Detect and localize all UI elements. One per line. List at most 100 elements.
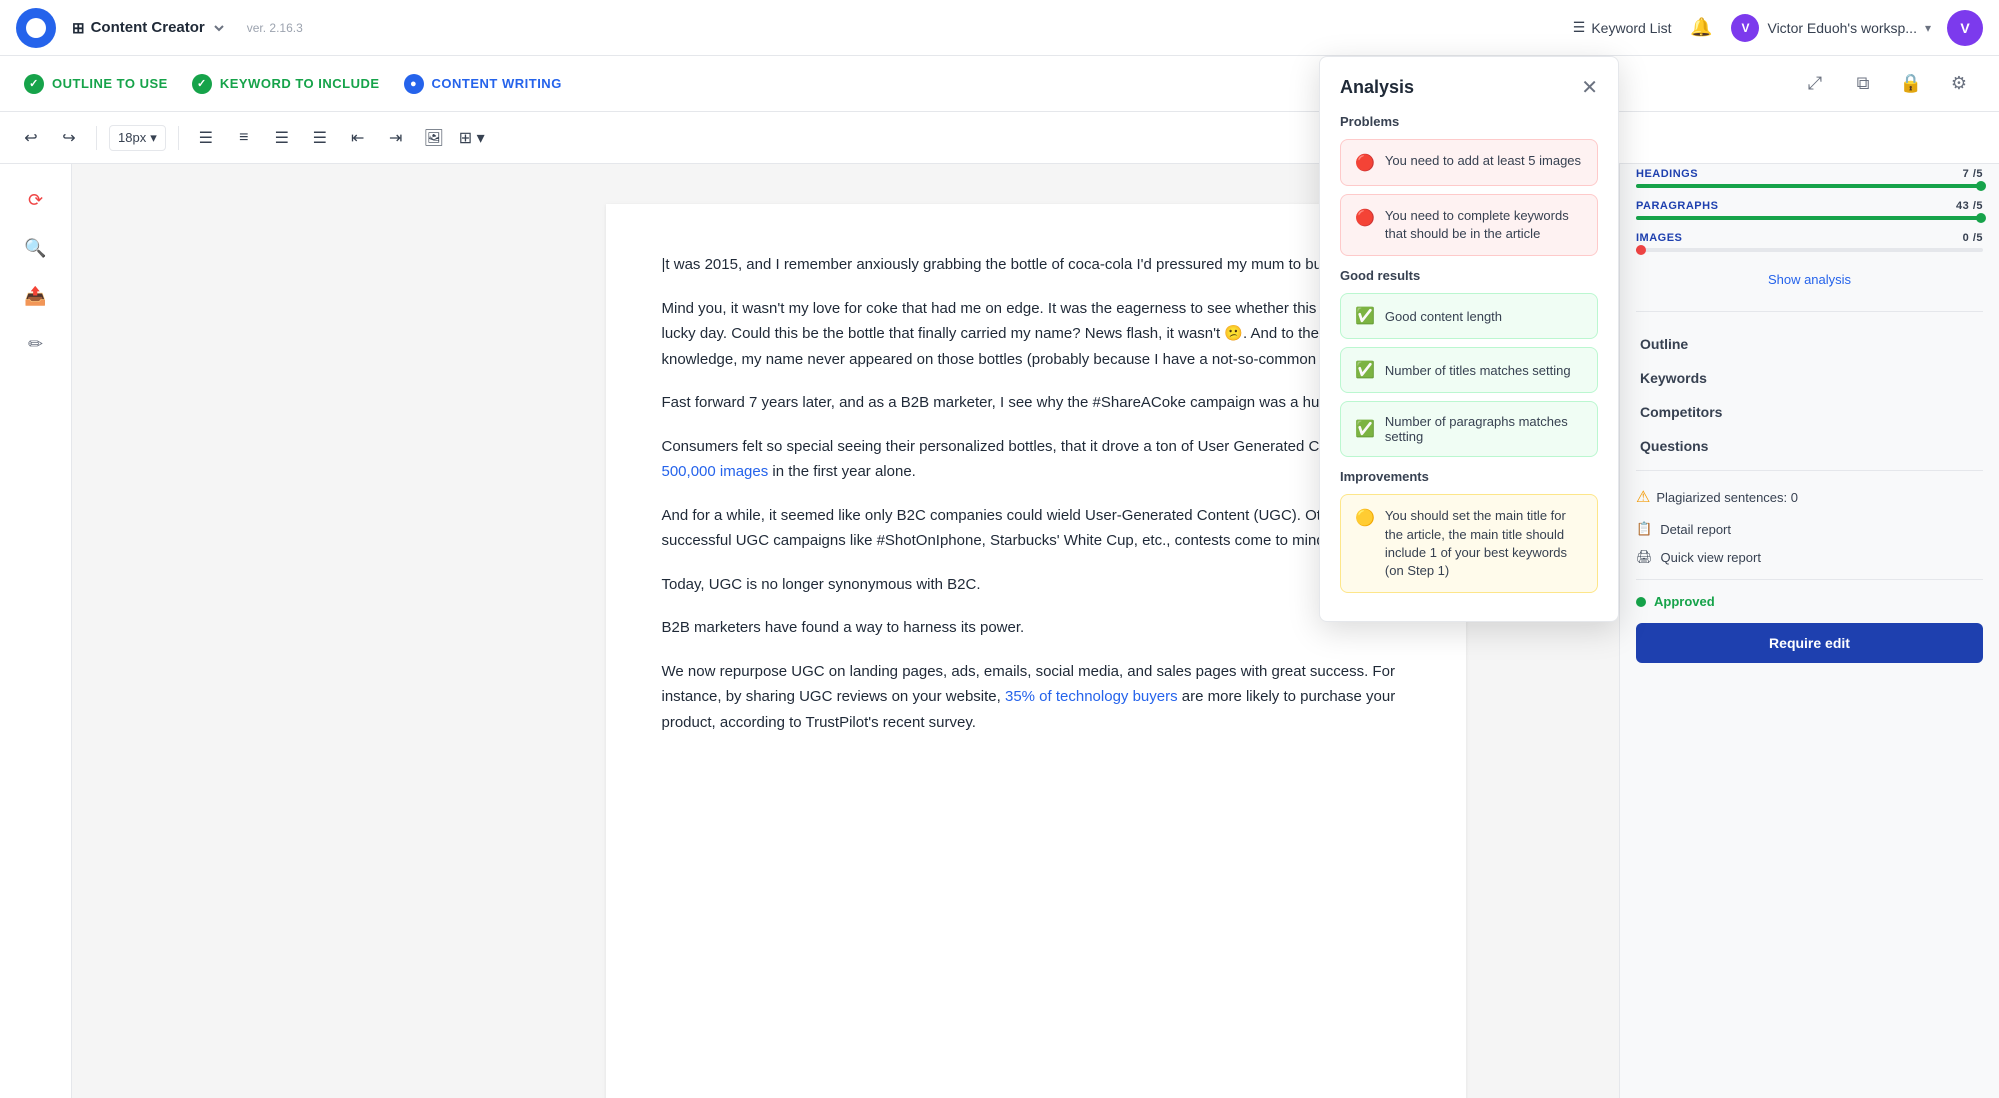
workspace-selector[interactable]: V Victor Eduoh's worksp... ▾ (1731, 14, 1931, 42)
paragraphs-value: 43 /5 (1956, 200, 1983, 212)
app-title-button[interactable]: ⊞ Content Creator (72, 19, 227, 37)
align-center-button[interactable]: ≡ (229, 123, 259, 153)
sidebar-history-icon[interactable]: ⟳ (16, 180, 56, 220)
app-logo[interactable] (16, 8, 56, 48)
modal-close-button[interactable]: ✕ (1581, 78, 1598, 98)
metric-images: IMAGES 0 /5 (1636, 232, 1983, 252)
panel-nav-links: Outline Keywords Competitors Questions (1636, 328, 1983, 462)
table-button[interactable]: ⊞ ▾ (457, 123, 487, 153)
images-value: 0 /5 (1963, 232, 1983, 244)
list-icon: ☰ (1573, 19, 1586, 36)
sidebar-export-icon[interactable]: 📤 (16, 276, 56, 316)
paragraph-6: Today, UGC is no longer synonymous with … (662, 572, 1410, 598)
step-outline-check: ✓ (24, 74, 44, 94)
approved-dot (1636, 597, 1646, 607)
paragraph-7: B2B marketers have found a way to harnes… (662, 615, 1410, 641)
paragraph-4: Consumers felt so special seeing their p… (662, 434, 1410, 485)
improvements-heading: Improvements (1340, 469, 1598, 484)
plagiarized-row: ⚠ Plagiarized sentences: 0 (1636, 479, 1983, 515)
analysis-modal: Analysis ✕ Problems 🔴 You need to add at… (1319, 56, 1619, 622)
metric-paragraphs: PARAGRAPHS 43 /5 (1636, 200, 1983, 220)
user-avatar[interactable]: V (1947, 10, 1983, 46)
require-edit-button[interactable]: Require edit (1636, 623, 1983, 663)
detail-report-label: Detail report (1660, 522, 1731, 537)
headings-label: HEADINGS (1636, 168, 1698, 180)
step-writing-label: CONTENT WRITING (432, 76, 562, 91)
show-analysis-button[interactable]: Show analysis (1636, 272, 1983, 287)
good-results-heading: Good results (1340, 268, 1598, 283)
align-justify-button[interactable]: ☰ (305, 123, 335, 153)
approved-label: Approved (1654, 594, 1715, 609)
images-bar (1636, 248, 1983, 252)
left-sidebar: ⟳ 🔍 📤 ✏ (0, 164, 72, 1098)
nav-link-questions[interactable]: Questions (1636, 430, 1983, 462)
copy-button[interactable]: ⧉ (1847, 68, 1879, 100)
paragraph-3: Fast forward 7 years later, and as a B2B… (662, 390, 1410, 416)
image-button[interactable]: 🖼 (419, 123, 449, 153)
sidebar-search-icon[interactable]: 🔍 (16, 228, 56, 268)
good-icon-titles: ✅ (1355, 360, 1375, 380)
step-outline[interactable]: ✓ OUTLINE TO USE (24, 74, 168, 94)
step-keyword[interactable]: ✓ KEYWORD TO INCLUDE (192, 74, 380, 94)
font-size-value: 18px (118, 130, 146, 145)
link-technology-buyers[interactable]: 35% of technology buyers (1005, 688, 1178, 705)
nav-link-outline[interactable]: Outline (1636, 328, 1983, 360)
version-text: ver. 2.16.3 (247, 21, 303, 35)
problem-card-images: 🔴 You need to add at least 5 images (1340, 139, 1598, 186)
problem-icon-keywords: 🔴 (1355, 208, 1375, 228)
keyword-list-button[interactable]: ☰ Keyword List (1573, 19, 1672, 36)
quick-view-report-button[interactable]: 🖨 Quick view report (1636, 543, 1983, 571)
app-title-text: Content Creator (91, 19, 205, 36)
step-keyword-check: ✓ (192, 74, 212, 94)
workspace-chevron-icon: ▾ (1925, 21, 1931, 35)
plagiarized-text: Plagiarized sentences: 0 (1656, 490, 1798, 505)
undo-button[interactable]: ↩ (16, 123, 46, 153)
steps-bar: ✓ OUTLINE TO USE ✓ KEYWORD TO INCLUDE ● … (0, 56, 1999, 112)
problem-card-keywords: 🔴 You need to complete keywords that sho… (1340, 194, 1598, 256)
good-text-titles: Number of titles matches setting (1385, 363, 1571, 378)
align-right-button[interactable]: ☰ (267, 123, 297, 153)
detail-report-button[interactable]: 📋 Detail report (1636, 515, 1983, 543)
sidebar-edit-icon[interactable]: ✏ (16, 324, 56, 364)
headings-value: 7 /5 (1963, 168, 1983, 180)
paragraph-5: And for a while, it seemed like only B2C… (662, 503, 1410, 554)
metric-headings: HEADINGS 7 /5 (1636, 168, 1983, 188)
notifications-button[interactable]: 🔔 (1687, 14, 1715, 42)
settings-button[interactable]: ⚙ (1943, 68, 1975, 100)
images-bar-fill (1636, 248, 1643, 252)
indent-increase-button[interactable]: ⇥ (381, 123, 411, 153)
paragraphs-label: PARAGRAPHS (1636, 200, 1718, 212)
link-images[interactable]: 500,000 images (662, 463, 769, 480)
paragraphs-bar-fill (1636, 216, 1983, 220)
steps-actions: ⤢ ⧉ 🔒 ⚙ (1799, 68, 1975, 100)
indent-decrease-button[interactable]: ⇤ (343, 123, 373, 153)
step-writing[interactable]: ● CONTENT WRITING (404, 74, 562, 94)
redo-button[interactable]: ↪ (54, 123, 84, 153)
divider-3 (1636, 579, 1983, 580)
good-card-paragraphs: ✅ Number of paragraphs matches setting (1340, 401, 1598, 457)
good-icon-paragraphs: ✅ (1355, 419, 1375, 439)
top-nav: ⊞ Content Creator ver. 2.16.3 ☰ Keyword … (0, 0, 1999, 56)
modal-header: Analysis ✕ (1340, 77, 1598, 98)
chevron-down-icon (211, 20, 227, 36)
step-outline-label: OUTLINE TO USE (52, 76, 168, 91)
headings-bar-fill (1636, 184, 1983, 188)
quick-view-label: Quick view report (1661, 550, 1761, 565)
share-button[interactable]: ⤢ (1799, 68, 1831, 100)
paragraphs-bar (1636, 216, 1983, 220)
nav-link-competitors[interactable]: Competitors (1636, 396, 1983, 428)
font-size-selector[interactable]: 18px ▾ (109, 125, 166, 151)
toolbar: ↩ ↪ 18px ▾ ☰ ≡ ☰ ☰ ⇤ ⇥ 🖼 ⊞ ▾ (0, 112, 1999, 164)
right-panel: OVERALL SCORE WORDS 1,488 /1,341 HEADING… (1619, 56, 1999, 1098)
problem-icon-images: 🔴 (1355, 153, 1375, 173)
align-left-button[interactable]: ☰ (191, 123, 221, 153)
step-writing-check: ● (404, 74, 424, 94)
problem-text-keywords: You need to complete keywords that shoul… (1385, 207, 1583, 243)
divider-2 (1636, 470, 1983, 471)
improvement-text: You should set the main title for the ar… (1385, 507, 1583, 580)
step-keyword-label: KEYWORD TO INCLUDE (220, 76, 380, 91)
improvement-card-title: 🟡 You should set the main title for the … (1340, 494, 1598, 593)
good-icon-content: ✅ (1355, 306, 1375, 326)
lock-button[interactable]: 🔒 (1895, 68, 1927, 100)
nav-link-keywords[interactable]: Keywords (1636, 362, 1983, 394)
